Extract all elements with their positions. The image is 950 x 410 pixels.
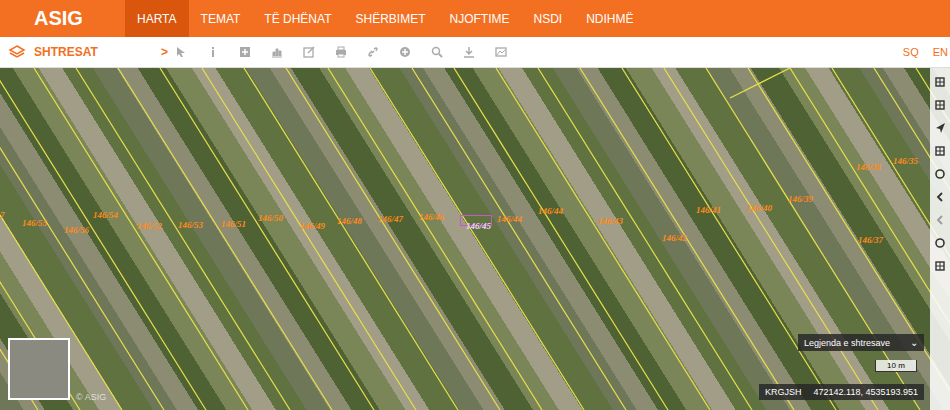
layers-icon — [8, 44, 26, 60]
coordinates: KRGJSH 472142.118, 4535193.951 — [759, 384, 924, 400]
menu-item[interactable]: NSDI — [521, 0, 574, 37]
menu-item[interactable]: SHËRBIMET — [343, 0, 437, 37]
expand-toggle[interactable]: > — [161, 45, 168, 59]
language-option[interactable]: SQ — [903, 46, 919, 58]
language-option[interactable]: EN — [933, 46, 948, 58]
menu-item[interactable]: HARTA — [125, 0, 189, 37]
print-icon[interactable] — [334, 45, 348, 59]
minimap[interactable] — [8, 338, 70, 400]
menu-item[interactable]: NJOFTIME — [437, 0, 521, 37]
menu-item[interactable]: TEMAT — [189, 0, 253, 37]
parcel-label[interactable]: 146/47 — [378, 214, 403, 224]
parcel-label[interactable]: 7 — [0, 210, 5, 220]
layers-label: SHTRESAT — [34, 45, 153, 59]
parcel-label[interactable]: 146/44 — [538, 206, 563, 216]
tool-group — [168, 45, 903, 59]
main-menu: HARTATEMATTË DHËNATSHËRBIMETNJOFTIMENSDI… — [125, 0, 646, 37]
forward-icon[interactable] — [934, 214, 946, 226]
parcel-label[interactable]: 146/39 — [788, 194, 813, 204]
geoportal: ASIG HARTATEMATTË DHËNATSHËRBIMETNJOFTIM… — [0, 0, 950, 410]
parcel-label[interactable]: 146/49 — [300, 221, 325, 231]
locate-icon[interactable] — [934, 122, 946, 134]
parcel-label[interactable]: 146/44 — [497, 214, 522, 224]
resize-icon[interactable] — [934, 145, 946, 157]
layers-icon[interactable] — [934, 76, 946, 88]
language-switch: SQ EN — [903, 46, 950, 58]
parcel-label[interactable]: 146/40 — [747, 203, 772, 213]
globe-icon[interactable] — [934, 237, 946, 249]
layers-toggle[interactable]: SHTRESAT > — [0, 44, 168, 60]
plus-circle-icon[interactable] — [398, 45, 412, 59]
parcel-label[interactable]: 146/52 — [137, 221, 162, 231]
coordinate-system: KRGJSH — [765, 387, 802, 397]
legend-label: Legjenda e shtresave — [804, 338, 890, 348]
chart-icon[interactable] — [270, 45, 284, 59]
search-icon[interactable] — [430, 45, 444, 59]
scale-bar: 10 m — [875, 360, 917, 372]
parcel-label[interactable]: 146/50 — [258, 213, 283, 223]
coordinate-value: 472142.118, 4535193.951 — [814, 387, 918, 397]
extent-icon[interactable] — [934, 99, 946, 111]
menu-item[interactable]: NDIHMË — [574, 0, 645, 37]
menu-item[interactable]: TË DHËNAT — [252, 0, 343, 37]
grid-icon[interactable] — [934, 260, 946, 272]
parcel-label[interactable]: 146/37 — [858, 235, 883, 245]
parcel-label[interactable]: 146/55 — [22, 218, 47, 228]
cursor-icon[interactable] — [174, 45, 188, 59]
map-controls — [930, 68, 950, 410]
parcel-label[interactable]: 146/51 — [221, 219, 246, 229]
parcel-label[interactable]: 146/53 — [178, 220, 203, 230]
parcel-label[interactable]: 146/48 — [337, 216, 362, 226]
selected-parcel-label[interactable]: 146/45 — [466, 221, 491, 231]
parcel-label[interactable]: 146/54 — [93, 210, 118, 220]
logo[interactable]: ASIG — [0, 0, 125, 37]
parcel-label[interactable]: 146/56 — [64, 225, 89, 235]
link-icon[interactable] — [366, 45, 380, 59]
back-icon[interactable] — [934, 191, 946, 203]
parcel-label[interactable]: 146/46 — [419, 212, 444, 222]
parcel-label[interactable]: 146/43 — [598, 216, 623, 226]
legend-chevron: ⌄ — [910, 337, 918, 348]
edit-icon[interactable] — [302, 45, 316, 59]
download-icon[interactable] — [462, 45, 476, 59]
top-nav: ASIG HARTATEMATTË DHËNATSHËRBIMETNJOFTIM… — [0, 0, 950, 37]
parcel-label[interactable]: 146/38 — [856, 162, 881, 172]
parcel-boundaries — [0, 68, 950, 410]
watermark: © ASIG — [76, 392, 106, 402]
image-icon[interactable] — [494, 45, 508, 59]
toolbar: SHTRESAT > SQ EN — [0, 37, 950, 68]
map-canvas[interactable]: 7 146/55 146/56 146/54 146/52 146/53 146/51 146… — [0, 68, 950, 410]
legend-dropdown[interactable]: Legjenda e shtresave ⌄ — [798, 334, 924, 351]
plus-box-icon[interactable] — [238, 45, 252, 59]
parcel-label[interactable]: 146/41 — [696, 205, 721, 215]
parcel-label[interactable]: 146/42 — [662, 233, 687, 243]
info-icon[interactable] — [206, 45, 220, 59]
parcel-label[interactable]: 146/35 — [893, 156, 918, 166]
zoom-icon[interactable] — [934, 168, 946, 180]
